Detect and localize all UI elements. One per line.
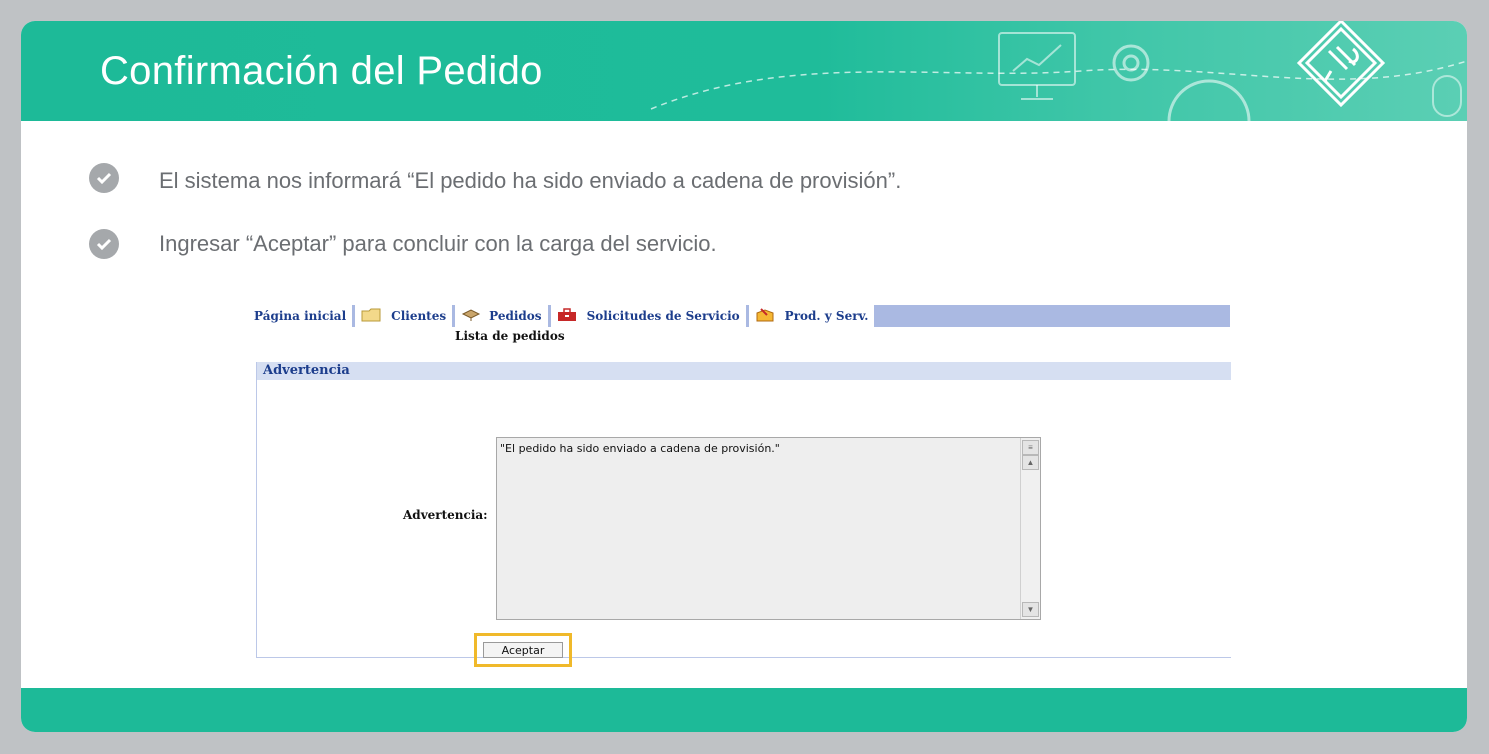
tab-label: Solicitudes de Servicio bbox=[586, 309, 740, 323]
warning-message: "El pedido ha sido enviado a cadena de p… bbox=[500, 442, 780, 455]
scrollbar[interactable]: ≡ ▲ ▼ bbox=[1020, 438, 1040, 619]
warning-label: Advertencia: bbox=[403, 508, 488, 522]
tab-prod-serv[interactable]: Prod. y Serv. bbox=[749, 305, 878, 327]
app-screenshot: Página inicial Clientes Pedidos Solicitu… bbox=[248, 305, 1231, 667]
tab-pedidos[interactable]: Pedidos bbox=[455, 305, 551, 327]
tab-label: Página inicial bbox=[254, 309, 347, 323]
bullet-check-1 bbox=[89, 163, 119, 193]
warning-textarea[interactable]: "El pedido ha sido enviado a cadena de p… bbox=[496, 437, 1041, 620]
tab-label: Pedidos bbox=[489, 309, 542, 323]
accept-button[interactable]: Aceptar bbox=[483, 642, 563, 658]
header-decoration bbox=[650, 21, 1467, 121]
accept-highlight: Aceptar bbox=[474, 633, 572, 667]
tab-clientes[interactable]: Clientes bbox=[355, 305, 456, 327]
sub-nav-lista-pedidos[interactable]: Lista de pedidos bbox=[455, 329, 565, 343]
package-icon bbox=[461, 308, 481, 325]
tab-pagina-inicial[interactable]: Página inicial bbox=[248, 305, 356, 327]
check-icon bbox=[89, 163, 119, 193]
bullet-text-1: El sistema nos informará “El pedido ha s… bbox=[159, 168, 902, 193]
mouse-icon bbox=[1432, 75, 1462, 117]
toolbox-icon bbox=[557, 307, 577, 325]
tab-bar: Página inicial Clientes Pedidos Solicitu… bbox=[248, 305, 1230, 327]
tab-label: Prod. y Serv. bbox=[784, 309, 869, 323]
slide-header: Confirmación del Pedido bbox=[21, 21, 1467, 121]
box-icon bbox=[755, 307, 775, 326]
monitor-icon bbox=[998, 32, 1076, 100]
slide: Confirmación del Pedido El sistema nos i… bbox=[21, 21, 1467, 732]
bullet-text-2: Ingresar “Aceptar” para concluir con la … bbox=[159, 231, 717, 256]
check-icon bbox=[89, 229, 119, 259]
slide-footer bbox=[21, 688, 1467, 732]
scroll-menu-icon[interactable]: ≡ bbox=[1022, 440, 1039, 455]
scroll-up-icon[interactable]: ▲ bbox=[1022, 455, 1039, 470]
warning-panel: Advertencia Advertencia: "El pedido ha s… bbox=[256, 362, 1231, 667]
tab-solicitudes[interactable]: Solicitudes de Servicio bbox=[551, 305, 749, 327]
panel-title: Advertencia bbox=[257, 362, 1231, 380]
slide-title: Confirmación del Pedido bbox=[100, 49, 543, 93]
tab-label: Clientes bbox=[391, 309, 447, 323]
tools-diamond-icon bbox=[1296, 21, 1386, 108]
scroll-down-icon[interactable]: ▼ bbox=[1022, 602, 1039, 617]
folder-icon bbox=[361, 308, 381, 325]
bullet-check-2 bbox=[89, 229, 119, 259]
gear-icon bbox=[1112, 44, 1251, 121]
